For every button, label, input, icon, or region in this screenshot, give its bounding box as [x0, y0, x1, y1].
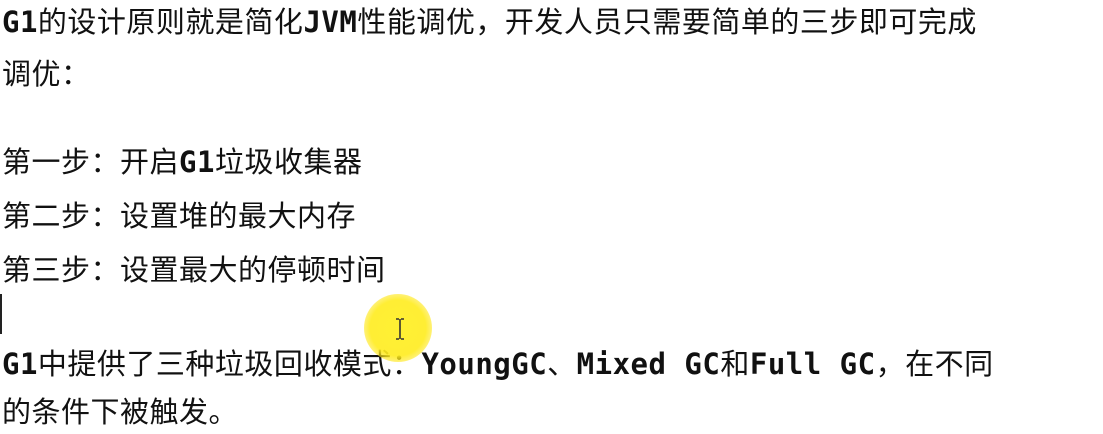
modes-text-2: ，在不同	[875, 347, 994, 381]
step-1: 第一步：开启G1垃圾收集器	[2, 142, 362, 182]
modes-line-2: 的条件下被触发。	[2, 395, 239, 429]
intro-line-1: G1的设计原则就是简化JVM性能调优，开发人员只需要简单的三步即可完成	[2, 2, 977, 42]
term-younggc: YoungGC	[421, 347, 548, 381]
intro-line-2: 调优：	[2, 57, 91, 91]
text-caret	[0, 294, 2, 334]
modes-separator: 、	[547, 347, 577, 381]
step-1-suffix: 垃圾收集器	[214, 145, 363, 179]
step-3: 第三步：设置最大的停顿时间	[2, 253, 386, 287]
term-fullgc: Full GC	[749, 347, 876, 381]
step-1-prefix: 第一步：开启	[2, 145, 180, 179]
modes-text-1: 中提供了三种垃圾回收模式：	[37, 347, 422, 381]
step-1-term-g1: G1	[179, 145, 215, 179]
modes-term-g1: G1	[2, 347, 38, 381]
intro-text-2: 性能调优，开发人员只需要简单的三步即可完成	[357, 5, 977, 39]
intro-text-1: 的设计原则就是简化	[37, 5, 304, 39]
modes-line-1: G1中提供了三种垃圾回收模式：YoungGC、Mixed GC和Full GC，…	[2, 344, 994, 384]
step-2: 第二步：设置堆的最大内存	[2, 199, 357, 233]
term-mixedgc: Mixed GC	[576, 347, 721, 381]
modes-and: 和	[720, 347, 750, 381]
document-body[interactable]: G1的设计原则就是简化JVM性能调优，开发人员只需要简单的三步即可完成 调优： …	[0, 0, 1103, 434]
term-g1: G1	[2, 5, 38, 39]
term-jvm: JVM	[303, 5, 358, 39]
text-ibeam-cursor-icon	[396, 318, 404, 340]
